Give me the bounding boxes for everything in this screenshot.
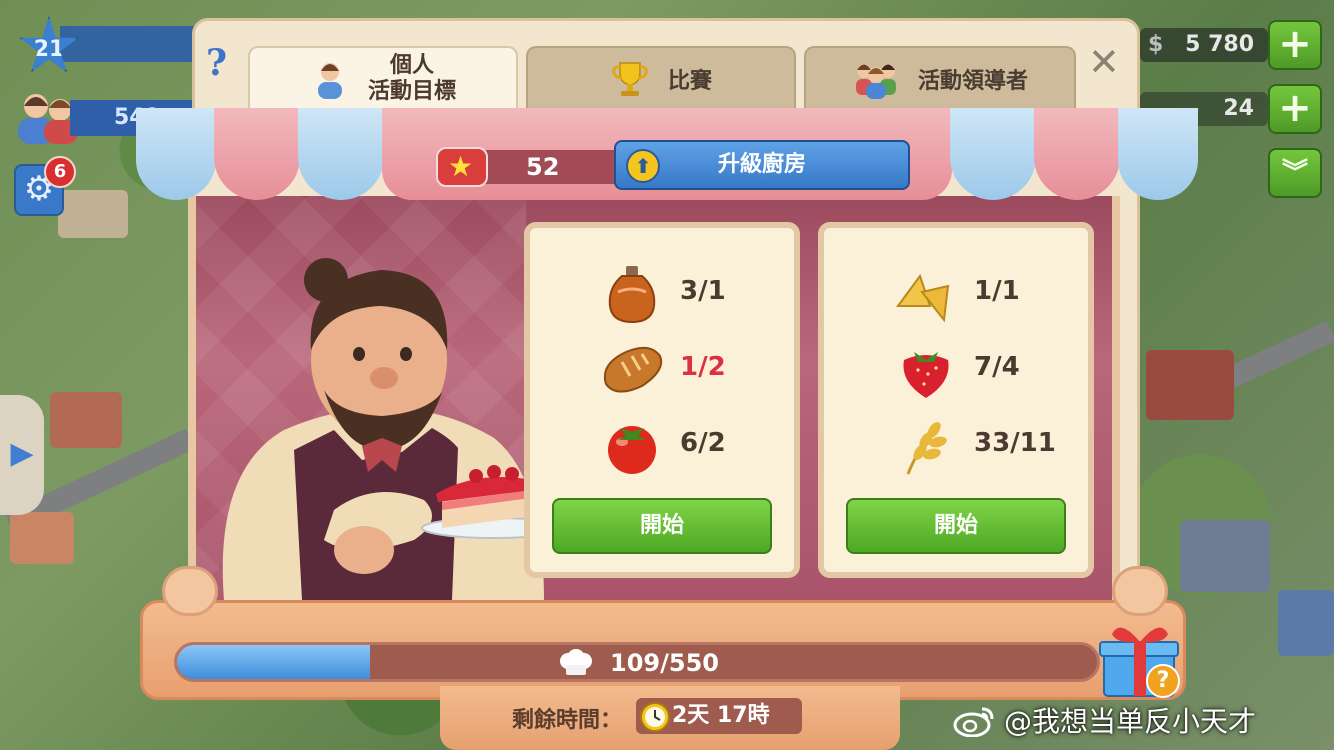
strawberry-icon: [903, 352, 949, 398]
ingredient-count: 6/2: [680, 428, 726, 458]
upgrade-kitchen-label: 升級廚房: [717, 152, 806, 177]
close-button[interactable]: ✕: [1088, 40, 1120, 84]
event-progress-label: 109/550: [558, 646, 719, 680]
ingredient-card: 1/1 7/4 33/11 開始: [818, 222, 1094, 578]
star-icon: [436, 147, 488, 187]
tab-personal-goals[interactable]: 個人 活動目標: [248, 46, 518, 110]
watermark-text: @我想当单反小天才: [1004, 705, 1257, 738]
ingredient-row: 6/2: [530, 410, 794, 480]
expand-chevron-button[interactable]: ︾: [1268, 148, 1322, 198]
counter-scroll-left: [162, 566, 218, 616]
tab-label-line: 個人: [389, 53, 434, 78]
arrow-up-icon: ⬆: [626, 149, 660, 183]
time-remaining-label: 剩餘時間：: [512, 708, 623, 733]
money-icon: $: [1148, 32, 1164, 57]
chef-character: [222, 258, 554, 600]
tab-leaderboard-label: 活動領導者: [917, 69, 1028, 94]
background-house: [10, 512, 74, 564]
ingredient-count: 33/11: [974, 428, 1056, 458]
start-button[interactable]: 開始: [552, 498, 772, 554]
awning-stripe: [1118, 108, 1198, 200]
kitchen-level: 52: [526, 153, 560, 181]
ingredient-count: 7/4: [974, 352, 1020, 382]
nachos-icon: [896, 273, 950, 323]
people-icon: [855, 64, 896, 99]
syrup-jar-icon: [608, 266, 656, 324]
chef-hat-icon: [560, 649, 592, 675]
gift-help-icon[interactable]: ?: [1146, 664, 1180, 698]
background-house: [58, 190, 128, 238]
person-icon: [317, 63, 342, 99]
tab-competition-label: 比賽: [667, 69, 712, 94]
money-counter: $ 5 780: [1140, 28, 1268, 62]
background-house: [1278, 590, 1334, 656]
counter-scroll-right: [1112, 566, 1168, 616]
tab-leaderboard[interactable]: 活動領導者: [804, 46, 1076, 110]
weibo-logo-icon: [953, 707, 994, 737]
add-money-button[interactable]: +: [1268, 20, 1322, 70]
watermark: @我想当单反小天才: [952, 700, 1256, 740]
ingredient-row: 7/4: [824, 334, 1088, 404]
ingredient-row: 1/1: [824, 258, 1088, 328]
bread-icon: [604, 346, 663, 393]
background-house: [1146, 350, 1234, 420]
awning-stripe: [298, 108, 384, 200]
start-button[interactable]: 開始: [846, 498, 1066, 554]
upgrade-kitchen-button[interactable]: ⬆ 升級廚房: [614, 140, 910, 190]
awning-stripe: [214, 108, 300, 200]
money-amount: 5 780: [1185, 32, 1254, 57]
side-panel-arrow-button[interactable]: ▶: [0, 395, 44, 515]
tab-label-line: 活動目標: [367, 79, 456, 104]
wheat-icon: [906, 422, 947, 475]
ingredient-row: 33/11: [824, 410, 1088, 480]
tomato-icon: [608, 426, 656, 474]
notification-badge: 6: [44, 156, 76, 188]
background-house: [50, 392, 122, 448]
ingredient-count: 1/1: [974, 276, 1020, 306]
help-button[interactable]: ?: [206, 42, 227, 84]
clock-icon: [640, 702, 670, 732]
event-progress-text: 109/550: [610, 649, 719, 677]
add-gold-button[interactable]: +: [1268, 84, 1322, 134]
ingredient-count: 3/1: [680, 276, 726, 306]
awning-stripe: [1034, 108, 1120, 200]
ingredient-count: 1/2: [680, 352, 726, 382]
tab-competition[interactable]: 比賽: [526, 46, 796, 110]
ingredient-row: 3/1: [530, 258, 794, 328]
tab-personal-goals-label: 個人 活動目標: [368, 53, 456, 105]
player-level: 21: [33, 36, 65, 62]
trophy-icon: [612, 62, 648, 96]
background-house: [1180, 520, 1270, 592]
awning-stripe: [136, 108, 216, 200]
ingredient-row: 1/2: [530, 334, 794, 404]
level-progress-bar: [60, 26, 200, 62]
ingredient-card: 3/1 1/2 6/2 開始: [524, 222, 800, 578]
awning-stripe: [950, 108, 1036, 200]
event-progress-fill: [177, 645, 371, 679]
